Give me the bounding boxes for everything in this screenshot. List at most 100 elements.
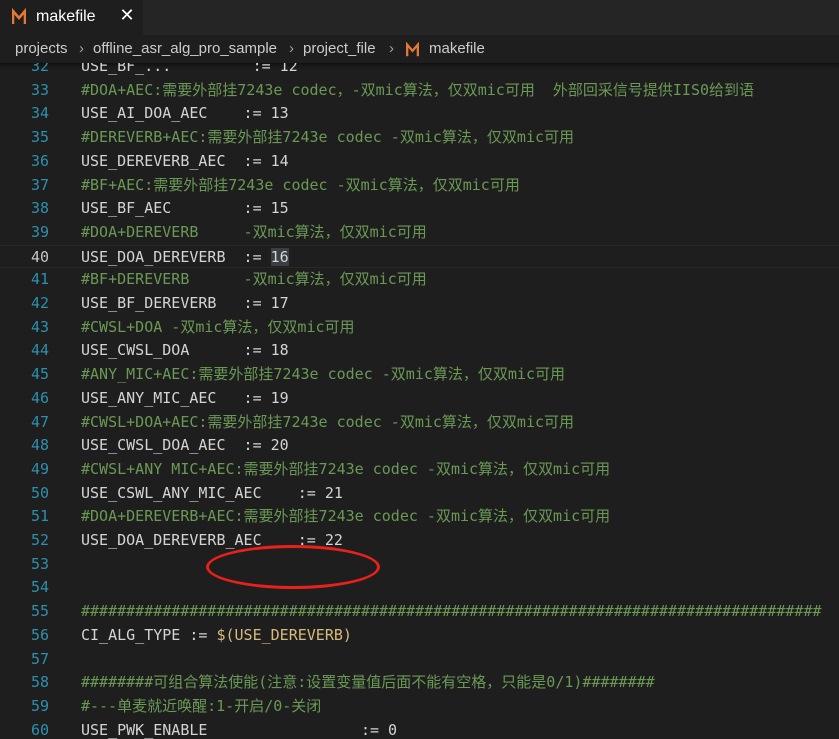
chevron-right-icon: › <box>79 40 84 57</box>
code-line[interactable]: 60 USE_PWK_ENABLE := 0 <box>0 719 839 739</box>
code-line[interactable]: 54 <box>0 576 839 600</box>
code-text: USE_BF_... := 12 <box>81 63 298 79</box>
code-line[interactable]: 44 USE_CWSL_DOA := 18 <box>0 339 839 363</box>
code-segment: USE_ANY_MIC_AEC := 19 <box>81 388 289 407</box>
code-comment: #CWSL+DOA+AEC:需要外部挂7243e codec -双mic算法，仅… <box>81 411 574 435</box>
chevron-right-icon: › <box>389 40 394 57</box>
line-number: 44 <box>30 341 49 360</box>
code-text: USE_DOA_DEREVERB_AEC := 22 <box>81 529 343 553</box>
line-number: 57 <box>30 649 49 668</box>
code-line[interactable]: 56 CI_ALG_TYPE := $(USE_DEREVERB) <box>0 624 839 648</box>
code-line[interactable]: 41 #BF+DEREVERB -双mic算法，仅双mic可用 <box>0 268 839 292</box>
code-line[interactable]: 35 #DEREVERB+AEC:需要外部挂7243e codec -双mic算法… <box>0 126 839 150</box>
line-number: 49 <box>30 459 49 478</box>
breadcrumb: projects › offline_asr_alg_pro_sample › … <box>0 35 839 63</box>
code-line[interactable]: 58 ########可组合算法使能(注意:设置变量值后面不能有空格，只能是0/1… <box>0 671 839 695</box>
code-segment: #CWSL+ANY MIC+AEC:需要外部挂7243e codec -双mic… <box>81 459 611 478</box>
code-line[interactable]: 50 USE_CSWL_ANY_MIC_AEC := 21 <box>0 482 839 506</box>
tab-makefile[interactable]: makefile ✕ <box>0 0 143 35</box>
code-line[interactable]: 36 USE_DEREVERB_AEC := 14 <box>0 150 839 174</box>
code-segment: #DOA+DEREVERB+AEC:需要外部挂7243e codec -双mic… <box>81 507 611 526</box>
code-line[interactable]: 59 #---单麦就近唤醒:1-开启/0-关闭 <box>0 695 839 719</box>
code-text: USE_DOA_DEREVERB := 16 <box>81 246 289 270</box>
code-line[interactable]: 48 USE_CWSL_DOA_AEC := 20 <box>0 434 839 458</box>
code-text: USE_AI_DOA_AEC := 13 <box>81 102 289 126</box>
code-segment: USE_PWK_ENABLE := 0 <box>81 720 398 739</box>
code-comment: #CWSL+DOA -双mic算法，仅双mic可用 <box>81 316 355 340</box>
line-number: 52 <box>30 531 49 549</box>
code-comment: #ANY_MIC+AEC:需要外部挂7243e codec -双mic算法，仅双… <box>81 363 565 387</box>
code-text: USE_BF_AEC := 15 <box>81 197 289 221</box>
code-line[interactable]: 55 ######################################… <box>0 600 839 624</box>
line-number: 32 <box>30 63 49 75</box>
code-segment: USE_CWSL_DOA_AEC := 20 <box>81 436 289 455</box>
line-number: 46 <box>30 388 49 407</box>
line-number: 34 <box>30 104 49 123</box>
line-number: 36 <box>30 151 49 170</box>
breadcrumb-item-projects[interactable]: projects <box>15 40 68 58</box>
line-number: 53 <box>30 554 49 573</box>
code-line[interactable]: 57 <box>0 648 839 672</box>
code-line[interactable]: 45 #ANY_MIC+AEC:需要外部挂7243e codec -双mic算法，… <box>0 363 839 387</box>
code-segment: #DOA+DEREVERB -双mic算法，仅双mic可用 <box>81 222 427 241</box>
code-line[interactable]: 38 USE_BF_AEC := 15 <box>0 197 839 221</box>
code-segment: USE_BF_AEC := 15 <box>81 199 289 218</box>
makefile-m-icon <box>406 42 419 57</box>
code-line[interactable]: 46 USE_ANY_MIC_AEC := 19 <box>0 387 839 411</box>
code-text: CI_ALG_TYPE := $(USE_DEREVERB) <box>81 624 352 648</box>
code-segment: #CWSL+DOA+AEC:需要外部挂7243e codec -双mic算法，仅… <box>81 412 575 431</box>
line-number: 47 <box>30 412 49 431</box>
code-line[interactable]: 32 USE_BF_... := 12 <box>0 63 839 79</box>
close-icon[interactable]: ✕ <box>118 6 136 24</box>
code-comment: #CWSL+ANY MIC+AEC:需要外部挂7243e codec -双mic… <box>81 458 610 482</box>
breadcrumb-item-offline-asr-alg-pro-sample[interactable]: offline_asr_alg_pro_sample <box>93 40 277 58</box>
code-text: USE_BF_DEREVERB := 17 <box>81 292 289 316</box>
makefile-m-icon <box>12 8 26 24</box>
code-segment: #DOA+AEC:需要外部挂7243e codec，-双mic算法，仅双mic可… <box>81 80 755 99</box>
code-segment: #CWSL+DOA -双mic算法，仅双mic可用 <box>81 317 355 336</box>
code-line[interactable]: 52 USE_DOA_DEREVERB_AEC := 22 <box>0 529 839 553</box>
code-comment: ########################################… <box>81 600 822 624</box>
line-number: 38 <box>30 199 49 218</box>
line-number: 55 <box>30 602 49 621</box>
code-line[interactable]: 47 #CWSL+DOA+AEC:需要外部挂7243e codec -双mic算法… <box>0 411 839 435</box>
code-comment: #DEREVERB+AEC:需要外部挂7243e codec -双mic算法，仅… <box>81 126 574 150</box>
breadcrumb-item-makefile[interactable]: makefile <box>429 40 485 58</box>
selection-highlight: 16 <box>270 247 289 266</box>
code-comment: #---单麦就近唤醒:1-开启/0-关闭 <box>81 695 321 719</box>
code-line[interactable]: 34 USE_AI_DOA_AEC := 13 <box>0 102 839 126</box>
code-comment: #DOA+DEREVERB+AEC:需要外部挂7243e codec -双mic… <box>81 505 610 529</box>
line-number: 39 <box>30 222 49 241</box>
line-number: 56 <box>30 625 49 644</box>
chevron-right-icon: › <box>289 40 294 57</box>
line-number: 60 <box>30 720 49 739</box>
code-line[interactable]: 51 #DOA+DEREVERB+AEC:需要外部挂7243e codec -双m… <box>0 505 839 529</box>
code-line[interactable]: 39 #DOA+DEREVERB -双mic算法，仅双mic可用 <box>0 221 839 245</box>
code-segment: USE_BF_... := 12 <box>81 63 298 75</box>
code-line[interactable]: 42 USE_BF_DEREVERB := 17 <box>0 292 839 316</box>
breadcrumb-item-project-file[interactable]: project_file <box>303 40 376 58</box>
code-segment: USE_DOA_DEREVERB_AEC := 22 <box>81 531 343 549</box>
code-comment: ########可组合算法使能(注意:设置变量值后面不能有空格，只能是0/1)#… <box>81 671 655 695</box>
code-line[interactable]: 40 USE_DOA_DEREVERB := 16 <box>0 244 839 270</box>
code-line[interactable]: 43 #CWSL+DOA -双mic算法，仅双mic可用 <box>0 316 839 340</box>
code-segment: USE_DOA_DEREVERB := <box>81 247 271 266</box>
code-segment: USE_BF_DEREVERB := 17 <box>81 294 289 312</box>
code-segment: #BF+DEREVERB -双mic算法，仅双mic可用 <box>81 270 427 289</box>
code-comment: #DOA+AEC:需要外部挂7243e codec，-双mic算法，仅双mic可… <box>81 79 754 103</box>
code-editor[interactable]: 32 USE_BF_... := 12 33 #DOA+AEC:需要外部挂7243e … <box>0 63 839 739</box>
code-comment: #BF+DEREVERB -双mic算法，仅双mic可用 <box>81 268 427 292</box>
code-segment: USE_CSWL_ANY_MIC_AEC := 21 <box>81 483 343 502</box>
line-number: 42 <box>30 294 49 312</box>
code-line[interactable]: 53 <box>0 553 839 577</box>
code-text: USE_ANY_MIC_AEC := 19 <box>81 387 289 411</box>
code-segment: ########可组合算法使能(注意:设置变量值后面不能有空格，只能是0/1)#… <box>81 673 655 692</box>
code-comment: #DOA+DEREVERB -双mic算法，仅双mic可用 <box>81 221 427 245</box>
code-text: USE_CWSL_DOA := 18 <box>81 339 289 363</box>
line-number: 59 <box>30 696 49 715</box>
code-line[interactable]: 49 #CWSL+ANY MIC+AEC:需要外部挂7243e codec -双m… <box>0 458 839 482</box>
code-line[interactable]: 37 #BF+AEC:需要外部挂7243e codec -双mic算法，仅双mic… <box>0 174 839 198</box>
editor-tab-bar: makefile ✕ <box>0 0 839 35</box>
line-number: 54 <box>30 578 49 597</box>
code-line[interactable]: 33 #DOA+AEC:需要外部挂7243e codec，-双mic算法，仅双mi… <box>0 79 839 103</box>
